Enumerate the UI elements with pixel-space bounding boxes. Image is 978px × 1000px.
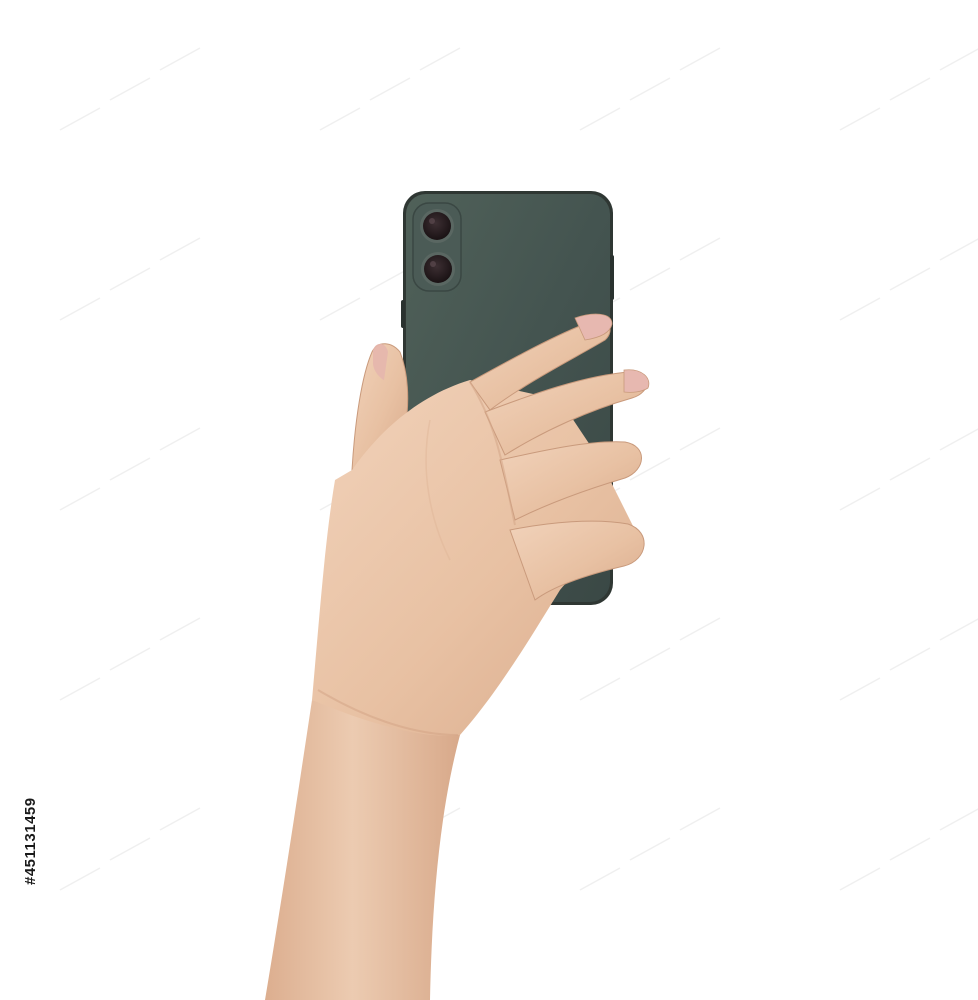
stock-id-label: #451131459	[22, 797, 39, 885]
photo-illustration	[59, 47, 978, 1000]
photo: #451131459	[0, 0, 978, 1000]
camera-lens-icon	[421, 252, 455, 286]
camera-lens-icon	[420, 209, 454, 243]
